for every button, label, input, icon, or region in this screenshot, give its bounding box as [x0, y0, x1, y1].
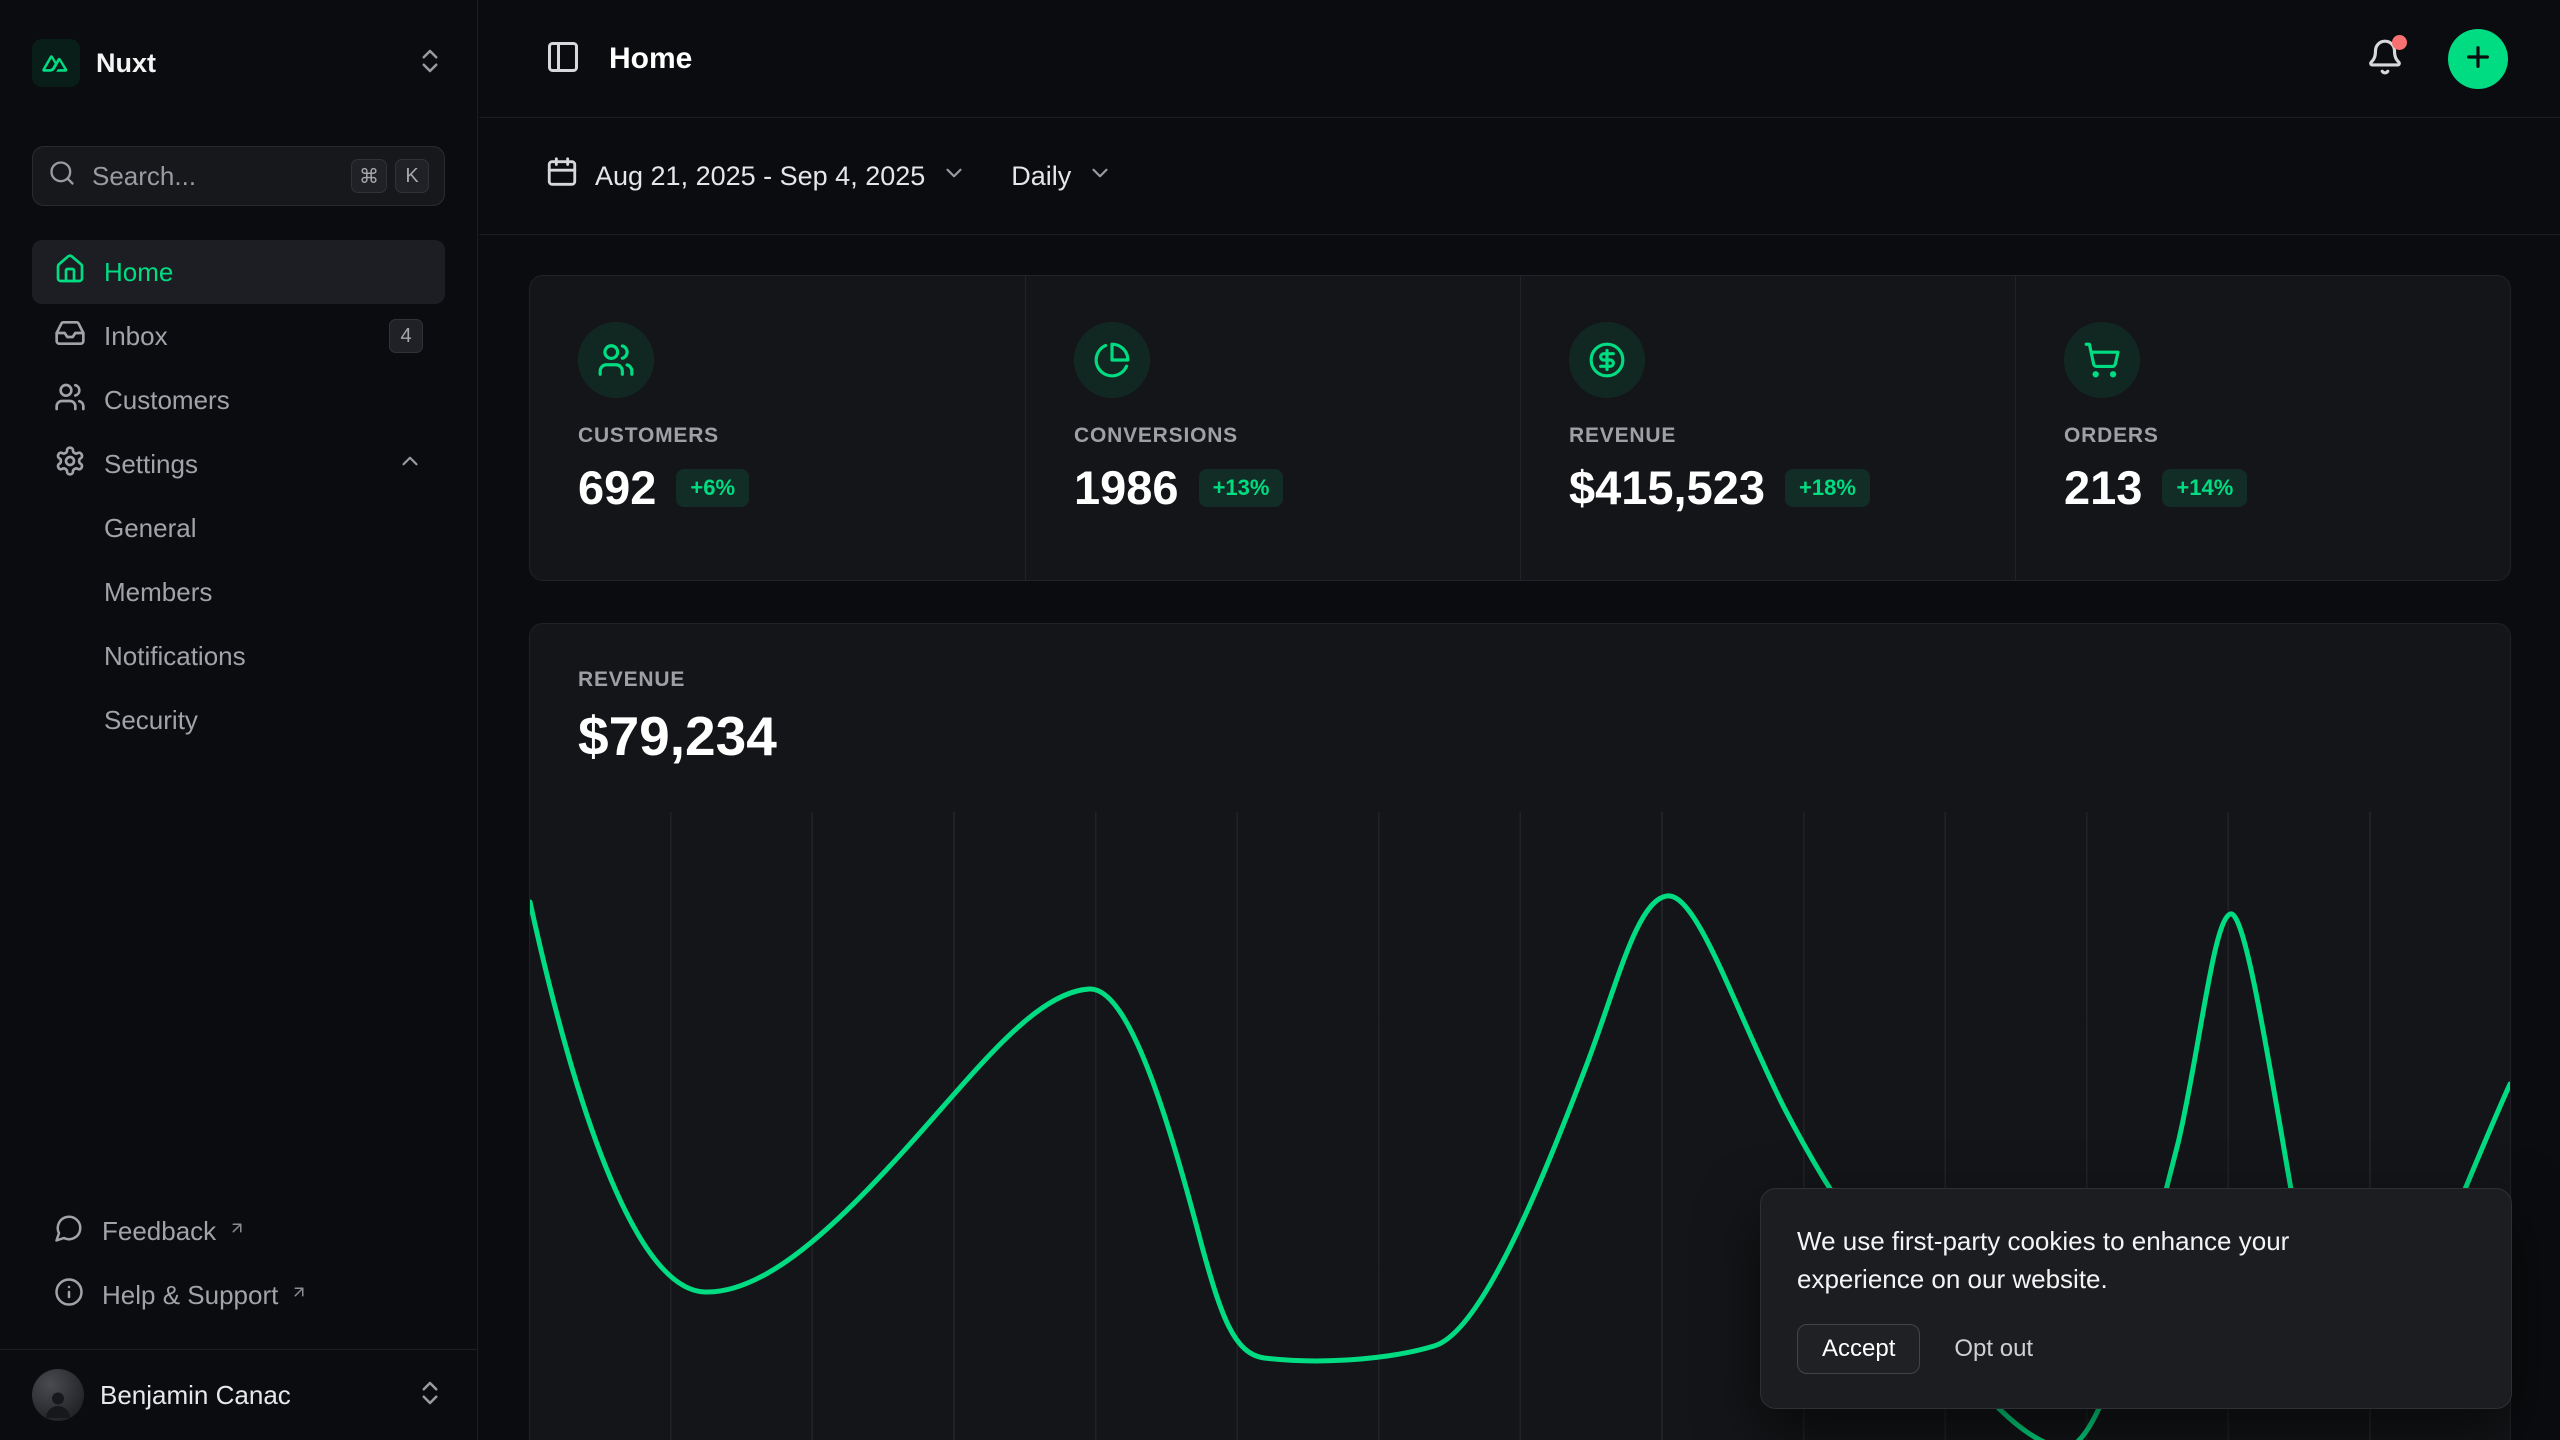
sidebar-item-inbox[interactable]: Inbox 4	[32, 304, 445, 368]
stat-label: CONVERSIONS	[1074, 424, 1238, 448]
sidebar-nav: Home Inbox 4 Customers Settings	[32, 240, 445, 752]
feedback-label: Feedback	[102, 1216, 216, 1247]
user-menu[interactable]: Benjamin Canac	[0, 1349, 477, 1440]
chevron-down-icon	[1087, 160, 1113, 193]
sidebar-item-label: Home	[104, 257, 173, 288]
stat-value: 213	[2064, 460, 2142, 515]
chat-bubble-icon	[54, 1213, 84, 1250]
sidebar-item-customers[interactable]: Customers	[32, 368, 445, 432]
revenue-chart-value: $79,234	[578, 704, 2462, 768]
info-circle-icon	[54, 1277, 84, 1314]
stat-delta-badge: +6%	[676, 469, 749, 507]
avatar	[32, 1369, 84, 1421]
stats-row: CUSTOMERS 692 +6% CONVERSIONS 1986 +13%	[529, 275, 2511, 581]
sidebar-footer: Feedback Help & Support	[32, 1199, 445, 1349]
date-range-value: Aug 21, 2025 - Sep 4, 2025	[595, 161, 925, 192]
cookie-actions: Accept Opt out	[1797, 1324, 2475, 1374]
revenue-chart-label: REVENUE	[578, 668, 2462, 692]
cookie-consent-toast: We use first-party cookies to enhance yo…	[1760, 1188, 2512, 1409]
panel-left-icon	[545, 39, 581, 78]
sidebar-item-label: Security	[104, 705, 198, 736]
stat-delta-badge: +18%	[1785, 469, 1870, 507]
users-icon	[578, 322, 654, 398]
users-icon	[54, 381, 86, 420]
sidebar-item-members[interactable]: Members	[32, 560, 445, 624]
plus-icon	[2462, 41, 2494, 76]
cookie-message: We use first-party cookies to enhance yo…	[1797, 1223, 2397, 1298]
home-icon	[54, 253, 86, 292]
chevron-down-icon	[941, 160, 967, 193]
feedback-link[interactable]: Feedback	[32, 1199, 445, 1263]
sidebar-item-notifications[interactable]: Notifications	[32, 624, 445, 688]
stat-label: REVENUE	[1569, 424, 1676, 448]
page-title: Home	[609, 42, 692, 76]
notification-dot	[2392, 35, 2407, 50]
filters-bar: Aug 21, 2025 - Sep 4, 2025 Daily	[479, 118, 2560, 235]
stat-label: CUSTOMERS	[578, 424, 719, 448]
nuxt-logo-icon	[32, 39, 80, 87]
stat-card-customers[interactable]: CUSTOMERS 692 +6%	[530, 276, 1025, 580]
inbox-icon	[54, 317, 86, 356]
external-link-icon	[290, 1277, 308, 1308]
sidebar: Nuxt Search... ⌘ K Home	[0, 0, 478, 1440]
granularity-value: Daily	[1011, 161, 1071, 192]
notifications-button[interactable]	[2366, 38, 2404, 79]
stat-label: ORDERS	[2064, 424, 2159, 448]
optout-cookies-button[interactable]: Opt out	[1954, 1325, 2033, 1373]
gear-icon	[54, 445, 86, 484]
stat-delta-badge: +13%	[1199, 469, 1284, 507]
accept-cookies-button[interactable]: Accept	[1797, 1324, 1920, 1374]
workspace-selector[interactable]: Nuxt	[32, 30, 445, 96]
workspace-name: Nuxt	[96, 48, 156, 79]
sidebar-item-label: Settings	[104, 449, 198, 480]
stat-card-orders[interactable]: ORDERS 213 +14%	[2015, 276, 2510, 580]
calendar-icon	[545, 156, 579, 197]
date-range-picker[interactable]: Aug 21, 2025 - Sep 4, 2025	[545, 156, 967, 197]
search-input[interactable]: Search... ⌘ K	[32, 146, 445, 206]
stat-value: $415,523	[1569, 460, 1765, 515]
stat-card-conversions[interactable]: CONVERSIONS 1986 +13%	[1025, 276, 1520, 580]
chevron-up-icon	[397, 448, 423, 481]
search-icon	[48, 159, 76, 194]
granularity-select[interactable]: Daily	[1011, 160, 1113, 193]
chevron-up-down-icon	[415, 1378, 445, 1413]
stat-delta-badge: +14%	[2162, 469, 2247, 507]
sidebar-item-label: Inbox	[104, 321, 168, 352]
stat-value: 692	[578, 460, 656, 515]
dollar-circle-icon	[1569, 322, 1645, 398]
external-link-icon	[228, 1213, 246, 1244]
search-shortcut: ⌘ K	[351, 159, 429, 193]
sidebar-item-label: Members	[104, 577, 212, 608]
shopping-cart-icon	[2064, 322, 2140, 398]
add-button[interactable]	[2448, 29, 2508, 89]
sidebar-item-home[interactable]: Home	[32, 240, 445, 304]
sidebar-item-label: Notifications	[104, 641, 246, 672]
help-support-link[interactable]: Help & Support	[32, 1263, 445, 1327]
top-header: Home	[479, 0, 2560, 118]
header-actions	[2366, 29, 2508, 89]
chevron-up-down-icon	[415, 46, 445, 81]
sidebar-item-label: General	[104, 513, 197, 544]
sidebar-toggle-button[interactable]	[545, 39, 581, 78]
kbd-k: K	[395, 159, 429, 193]
sidebar-item-general[interactable]: General	[32, 496, 445, 560]
sidebar-item-label: Customers	[104, 385, 230, 416]
pie-chart-icon	[1074, 322, 1150, 398]
app-root: Nuxt Search... ⌘ K Home	[0, 0, 2560, 1440]
search-placeholder: Search...	[92, 161, 196, 192]
kbd-meta: ⌘	[351, 159, 387, 193]
sidebar-item-settings[interactable]: Settings	[32, 432, 445, 496]
inbox-count-badge: 4	[389, 319, 423, 353]
stat-value: 1986	[1074, 460, 1179, 515]
stat-card-revenue[interactable]: REVENUE $415,523 +18%	[1520, 276, 2015, 580]
user-name: Benjamin Canac	[100, 1380, 291, 1411]
help-support-label: Help & Support	[102, 1280, 278, 1311]
sidebar-item-security[interactable]: Security	[32, 688, 445, 752]
